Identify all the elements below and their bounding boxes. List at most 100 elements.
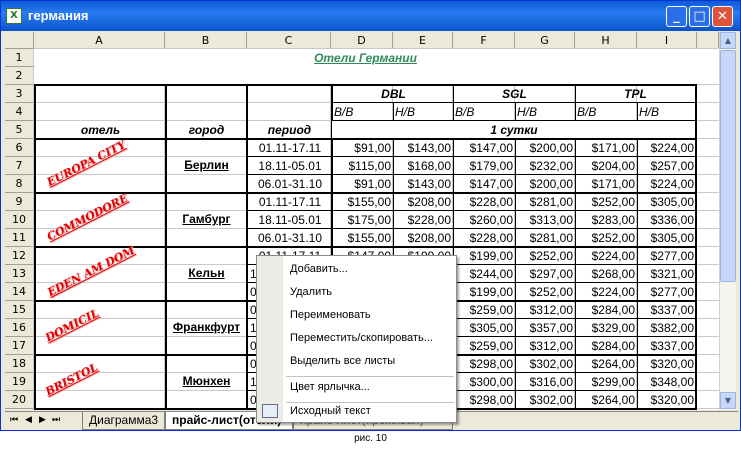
- price-cell[interactable]: $252,00: [516, 249, 575, 263]
- price-cell[interactable]: $147,00: [454, 141, 515, 155]
- select-all-corner[interactable]: [5, 32, 34, 49]
- column-header[interactable]: G: [515, 32, 575, 49]
- price-cell[interactable]: $224,00: [638, 177, 696, 191]
- price-cell[interactable]: $91,00: [333, 177, 393, 191]
- column-header[interactable]: F: [453, 32, 515, 49]
- price-cell[interactable]: $305,00: [638, 231, 696, 245]
- price-cell[interactable]: $175,00: [333, 213, 393, 227]
- column-header[interactable]: E: [393, 32, 453, 49]
- row-header[interactable]: 2: [5, 67, 34, 85]
- price-cell[interactable]: $200,00: [516, 177, 575, 191]
- menu-item-view-code[interactable]: Исходный текст: [290, 405, 371, 417]
- price-cell[interactable]: $298,00: [454, 393, 515, 407]
- row-header[interactable]: 13: [5, 265, 34, 283]
- price-cell[interactable]: $337,00: [638, 303, 696, 317]
- price-cell[interactable]: $224,00: [638, 141, 696, 155]
- price-cell[interactable]: $208,00: [394, 231, 453, 245]
- price-cell[interactable]: $298,00: [454, 357, 515, 371]
- price-cell[interactable]: $171,00: [576, 177, 637, 191]
- column-header[interactable]: D: [331, 32, 393, 49]
- menu-item-move-copy[interactable]: Переместить/скопировать...: [290, 332, 433, 344]
- price-cell[interactable]: $208,00: [394, 195, 453, 209]
- price-cell[interactable]: $204,00: [576, 159, 637, 173]
- price-cell[interactable]: $264,00: [576, 393, 637, 407]
- price-cell[interactable]: $147,00: [454, 177, 515, 191]
- row-header[interactable]: 12: [5, 247, 34, 265]
- vertical-scrollbar[interactable]: ▲ ▼: [719, 32, 736, 410]
- price-cell[interactable]: $281,00: [516, 231, 575, 245]
- price-cell[interactable]: $259,00: [454, 339, 515, 353]
- close-button[interactable]: ✕: [712, 6, 733, 27]
- price-cell[interactable]: $200,00: [516, 141, 575, 155]
- row-header[interactable]: 19: [5, 373, 34, 391]
- price-cell[interactable]: $199,00: [454, 285, 515, 299]
- price-cell[interactable]: $155,00: [333, 231, 393, 245]
- price-cell[interactable]: $228,00: [454, 231, 515, 245]
- price-cell[interactable]: $284,00: [576, 339, 637, 353]
- price-cell[interactable]: $312,00: [516, 339, 575, 353]
- price-cell[interactable]: $260,00: [454, 213, 515, 227]
- price-cell[interactable]: $337,00: [638, 339, 696, 353]
- price-cell[interactable]: $268,00: [576, 267, 637, 281]
- price-cell[interactable]: $300,00: [454, 375, 515, 389]
- prev-sheet-icon[interactable]: ◀: [25, 415, 32, 425]
- excel-icon[interactable]: X: [6, 8, 22, 24]
- price-cell[interactable]: $228,00: [394, 213, 453, 227]
- price-cell[interactable]: $252,00: [516, 285, 575, 299]
- price-cell[interactable]: $115,00: [333, 159, 393, 173]
- row-header[interactable]: 18: [5, 355, 34, 373]
- row-header[interactable]: 15: [5, 301, 34, 319]
- price-cell[interactable]: $329,00: [576, 321, 637, 335]
- price-cell[interactable]: $283,00: [576, 213, 637, 227]
- price-cell[interactable]: $155,00: [333, 195, 393, 209]
- price-cell[interactable]: $382,00: [638, 321, 696, 335]
- row-header[interactable]: 5: [5, 121, 34, 139]
- price-cell[interactable]: $281,00: [516, 195, 575, 209]
- price-cell[interactable]: $228,00: [454, 195, 515, 209]
- price-cell[interactable]: $313,00: [516, 213, 575, 227]
- tab-diagram3[interactable]: Диаграмма3: [82, 412, 165, 430]
- price-cell[interactable]: $252,00: [576, 231, 637, 245]
- column-header[interactable]: I: [637, 32, 697, 49]
- price-cell[interactable]: $244,00: [454, 267, 515, 281]
- price-cell[interactable]: $224,00: [576, 249, 637, 263]
- row-header[interactable]: 4: [5, 103, 34, 121]
- row-header[interactable]: 16: [5, 319, 34, 337]
- menu-item-tab-color[interactable]: Цвет ярлычка...: [290, 381, 370, 393]
- price-cell[interactable]: $299,00: [576, 375, 637, 389]
- price-cell[interactable]: $224,00: [576, 285, 637, 299]
- first-sheet-icon[interactable]: ⏮: [10, 415, 18, 425]
- price-cell[interactable]: $91,00: [333, 141, 393, 155]
- last-sheet-icon[interactable]: ⏭: [52, 415, 60, 425]
- price-cell[interactable]: $252,00: [576, 195, 637, 209]
- price-cell[interactable]: $357,00: [516, 321, 575, 335]
- column-header[interactable]: C: [247, 32, 331, 49]
- row-header[interactable]: 11: [5, 229, 34, 247]
- price-cell[interactable]: $305,00: [454, 321, 515, 335]
- row-header[interactable]: 1: [5, 49, 34, 67]
- row-header[interactable]: 7: [5, 157, 34, 175]
- price-cell[interactable]: $348,00: [638, 375, 696, 389]
- row-header[interactable]: 20: [5, 391, 34, 409]
- price-cell[interactable]: $312,00: [516, 303, 575, 317]
- price-cell[interactable]: $277,00: [638, 249, 696, 263]
- price-cell[interactable]: $232,00: [516, 159, 575, 173]
- column-header[interactable]: B: [165, 32, 247, 49]
- price-cell[interactable]: $264,00: [576, 357, 637, 371]
- price-cell[interactable]: $316,00: [516, 375, 575, 389]
- scroll-thumb[interactable]: [720, 50, 736, 282]
- column-header[interactable]: A: [34, 32, 165, 49]
- price-cell[interactable]: $199,00: [454, 249, 515, 263]
- scroll-up-arrow-icon[interactable]: ▲: [720, 32, 736, 49]
- price-cell[interactable]: $336,00: [638, 213, 696, 227]
- row-header[interactable]: 8: [5, 175, 34, 193]
- price-cell[interactable]: $302,00: [516, 393, 575, 407]
- price-cell[interactable]: $297,00: [516, 267, 575, 281]
- price-cell[interactable]: $320,00: [638, 393, 696, 407]
- price-cell[interactable]: $143,00: [394, 177, 453, 191]
- price-cell[interactable]: $179,00: [454, 159, 515, 173]
- price-cell[interactable]: $257,00: [638, 159, 696, 173]
- price-cell[interactable]: $305,00: [638, 195, 696, 209]
- price-cell[interactable]: $321,00: [638, 267, 696, 281]
- price-cell[interactable]: $168,00: [394, 159, 453, 173]
